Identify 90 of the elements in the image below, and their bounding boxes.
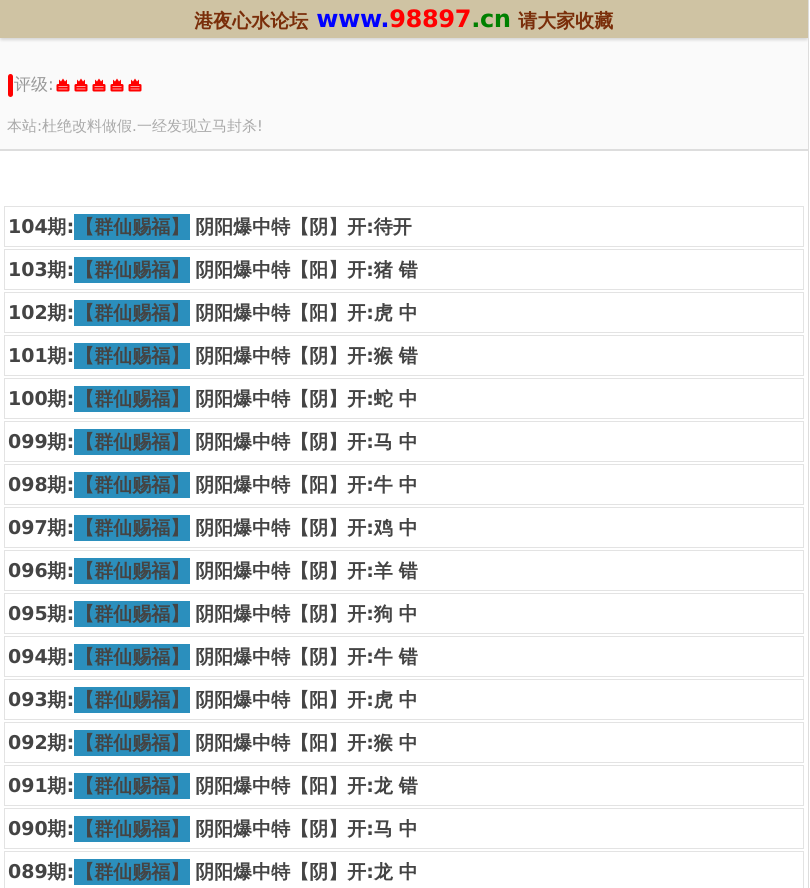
issue-number: 096期: (8, 558, 74, 584)
prediction-text: 阴阳爆中特【阴】 (195, 430, 348, 454)
verdict-text: 中 (398, 860, 418, 884)
verdict-text: 中 (398, 516, 418, 540)
crown-icon (110, 78, 124, 92)
crown-icon (128, 78, 142, 92)
tag-label: 【群仙赐福】 (74, 256, 190, 282)
prediction-text: 阴阳爆中特【阴】 (195, 558, 348, 584)
tag-label: 【群仙赐福】 (74, 858, 190, 884)
tag-label: 【群仙赐福】 (74, 472, 190, 498)
prediction-text: 阴阳爆中特【阴】 (195, 860, 348, 884)
prediction-text: 阴阳爆中特【阴】 (195, 602, 348, 626)
issue-number: 092期: (8, 730, 74, 756)
crown-icon (56, 78, 70, 92)
verdict-text: 中 (398, 430, 418, 454)
prediction-text: 阴阳爆中特【阴】 (195, 386, 348, 412)
issue-number: 098期: (8, 472, 74, 498)
prediction-text: 阴阳爆中特【阴】 (195, 516, 348, 540)
issue-number: 099期: (8, 430, 74, 454)
tag-label: 【群仙赐福】 (74, 730, 190, 756)
rating-label: 评级: (14, 74, 54, 96)
draw-result: 开:牛 (347, 644, 393, 670)
draw-result: 开:猪 (347, 258, 393, 282)
verdict-text: 中 (398, 602, 418, 626)
verdict-text: 错 (398, 774, 418, 798)
draw-result: 开:猴 (347, 730, 393, 756)
verdict-text: 错 (398, 258, 418, 282)
draw-result: 开:羊 (347, 558, 393, 584)
verdict-text: 错 (398, 558, 418, 584)
prediction-text: 阴阳爆中特【阴】 (195, 344, 348, 368)
issue-number: 104期: (8, 214, 74, 240)
prediction-text: 阴阳爆中特【阴】 (195, 214, 348, 240)
tag-label: 【群仙赐福】 (74, 644, 190, 670)
draw-result: 开:龙 (347, 860, 393, 884)
verdict-text: 错 (398, 344, 418, 368)
issue-number: 090期: (8, 816, 74, 842)
verdict-text: 中 (398, 386, 418, 412)
issue-number: 100期: (8, 386, 74, 412)
site-url: www.98897.cn (316, 4, 511, 34)
prediction-text: 阴阳爆中特【阴】 (195, 816, 348, 842)
tag-label: 【群仙赐福】 (74, 514, 190, 540)
draw-result: 开:待开 (347, 214, 412, 240)
draw-result: 开:鸡 (347, 516, 393, 540)
verdict-text: 中 (398, 472, 418, 498)
prediction-text: 阴阳爆中特【阳】 (195, 730, 348, 756)
tag-label: 【群仙赐福】 (74, 686, 190, 712)
prediction-text: 阴阳爆中特【阳】 (195, 258, 348, 282)
prediction-text: 阴阳爆中特【阳】 (195, 472, 348, 498)
draw-result: 开:马 (347, 430, 393, 454)
draw-result: 开:猴 (347, 344, 393, 368)
verdict-text: 中 (398, 730, 418, 756)
crown-icon (92, 78, 106, 92)
prediction-text: 阴阳爆中特【阳】 (195, 300, 348, 326)
issue-number: 091期: (8, 774, 74, 798)
notice-text: 本站:杜绝改料做假.一经发现立马封杀! (6, 116, 264, 136)
issue-number: 093期: (8, 688, 74, 712)
issue-number: 097期: (8, 516, 74, 540)
tag-label: 【群仙赐福】 (74, 558, 190, 584)
tag-label: 【群仙赐福】 (74, 428, 190, 454)
tag-label: 【群仙赐福】 (74, 342, 190, 368)
tag-label: 【群仙赐福】 (74, 300, 190, 326)
bookmark-hint: 请大家收藏 (518, 8, 614, 32)
verdict-text: 中 (398, 688, 418, 712)
site-name: 港夜心水论坛 (194, 8, 308, 32)
prediction-text: 阴阳爆中特【阳】 (195, 774, 348, 798)
draw-result: 开:牛 (347, 472, 393, 498)
tag-label: 【群仙赐福】 (74, 600, 190, 626)
issue-number: 089期: (8, 860, 74, 884)
tag-label: 【群仙赐福】 (74, 214, 190, 240)
issue-number: 095期: (8, 602, 74, 626)
draw-result: 开:虎 (347, 688, 393, 712)
tag-label: 【群仙赐福】 (74, 816, 190, 842)
draw-result: 开:龙 (347, 774, 393, 798)
verdict-text: 错 (398, 644, 418, 670)
tag-label: 【群仙赐福】 (74, 386, 190, 412)
issue-number: 101期: (8, 344, 74, 368)
draw-result: 开:蛇 (347, 386, 393, 412)
draw-result: 开:马 (347, 816, 393, 842)
issue-number: 094期: (8, 644, 74, 670)
prediction-text: 阴阳爆中特【阴】 (195, 644, 348, 670)
issue-number: 102期: (8, 300, 74, 326)
draw-result: 开:狗 (347, 602, 393, 626)
marker-bar-icon (8, 74, 13, 96)
verdict-text: 中 (398, 816, 418, 842)
issue-number: 103期: (8, 258, 74, 282)
verdict-text: 中 (398, 300, 418, 326)
draw-result: 开:虎 (347, 300, 393, 326)
tag-label: 【群仙赐福】 (74, 772, 190, 798)
prediction-text: 阴阳爆中特【阳】 (195, 688, 348, 712)
crown-icon (74, 78, 88, 92)
